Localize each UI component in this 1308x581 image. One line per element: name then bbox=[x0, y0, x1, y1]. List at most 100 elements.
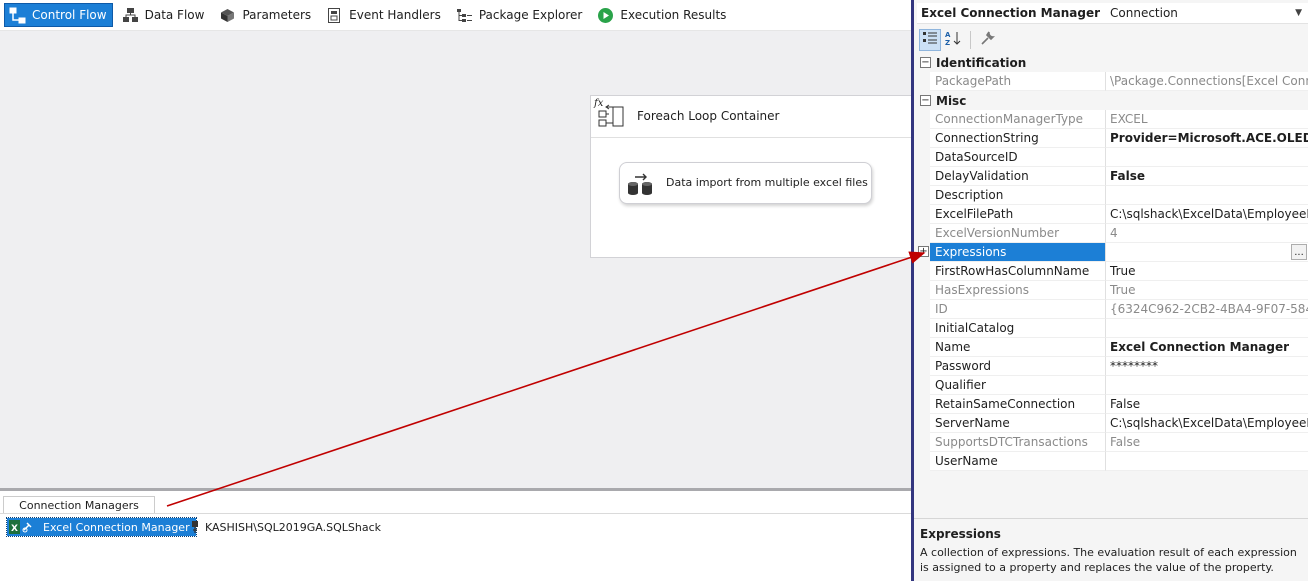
loop-icon-text: fx bbox=[593, 98, 604, 109]
description-title: Expressions bbox=[920, 527, 1001, 541]
property-value[interactable]: 4 bbox=[1106, 224, 1308, 243]
property-row-initialcatalog[interactable]: InitialCatalog bbox=[914, 319, 1308, 338]
execution-results-icon bbox=[597, 7, 614, 24]
property-row-hasexpressions[interactable]: HasExpressions True bbox=[914, 281, 1308, 300]
property-name: Description bbox=[930, 186, 1106, 205]
property-value[interactable]: EXCEL bbox=[1106, 110, 1308, 129]
data-flow-task-icon bbox=[626, 172, 656, 196]
data-flow-task-label: Data import from multiple excel files bbox=[666, 176, 868, 189]
description-text: A collection of expressions. The evaluat… bbox=[920, 546, 1297, 574]
tab-label: Event Handlers bbox=[349, 8, 441, 22]
tab-package-explorer[interactable]: Package Explorer bbox=[452, 4, 588, 26]
property-row-firstrowhascolumnname[interactable]: FirstRowHasColumnName True bbox=[914, 262, 1308, 281]
property-value[interactable]: {6324C962-2CB2-4BA4-9F07-5846FC03 bbox=[1106, 300, 1308, 319]
property-value[interactable]: Excel Connection Manager bbox=[1106, 338, 1308, 357]
property-value[interactable] bbox=[1106, 452, 1308, 471]
property-row-name[interactable]: Name Excel Connection Manager bbox=[914, 338, 1308, 357]
property-name: DataSourceID bbox=[930, 148, 1106, 167]
property-name: UserName bbox=[930, 452, 1106, 471]
category-misc[interactable]: − Misc bbox=[914, 91, 1308, 110]
category-identification[interactable]: − Identification bbox=[914, 53, 1308, 72]
loop-container-header[interactable]: fx Foreach Loop Container bbox=[591, 96, 911, 138]
tab-parameters[interactable]: Parameters bbox=[215, 4, 316, 26]
property-name: DelayValidation bbox=[930, 167, 1106, 186]
property-value[interactable]: False bbox=[1106, 167, 1308, 186]
property-name: ConnectionString bbox=[930, 129, 1106, 148]
property-row-datasourceid[interactable]: DataSourceID bbox=[914, 148, 1308, 167]
expand-icon[interactable]: + bbox=[918, 246, 929, 257]
tab-control-flow[interactable]: Control Flow bbox=[4, 3, 113, 27]
tab-label: Data Flow bbox=[144, 8, 205, 22]
designer-tab-strip: Control Flow Data Flow Parameters Event … bbox=[0, 0, 911, 31]
foreach-loop-icon: fx bbox=[593, 96, 627, 132]
excel-connection-icon: X bbox=[7, 519, 39, 535]
ellipsis-button[interactable]: ... bbox=[1291, 244, 1307, 260]
property-value[interactable]: True bbox=[1106, 262, 1308, 281]
property-name: ID bbox=[930, 300, 1106, 319]
property-value[interactable] bbox=[1106, 148, 1308, 167]
property-name: HasExpressions bbox=[930, 281, 1106, 300]
property-description-pane: Expressions A collection of expressions.… bbox=[914, 518, 1308, 581]
property-value[interactable]: ... bbox=[1106, 243, 1308, 262]
property-row-supportsdtctransactions[interactable]: SupportsDTCTransactions False bbox=[914, 433, 1308, 452]
property-value[interactable]: False bbox=[1106, 433, 1308, 452]
alphabetical-button[interactable]: AZ bbox=[942, 29, 964, 51]
property-name: ConnectionManagerType bbox=[930, 110, 1106, 129]
connection-item-sql-server[interactable]: KASHISH\SQL2019GA.SQLShack bbox=[189, 518, 381, 536]
property-value[interactable]: \Package.Connections[Excel Connecti bbox=[1106, 72, 1308, 91]
property-row-connectionstring[interactable]: ConnectionString Provider=Microsoft.ACE.… bbox=[914, 129, 1308, 148]
property-grid: − Identification PackagePath \Package.Co… bbox=[914, 53, 1308, 471]
tab-event-handlers[interactable]: Event Handlers bbox=[322, 4, 446, 26]
properties-toolbar: AZ bbox=[914, 27, 1308, 52]
property-row-qualifier[interactable]: Qualifier bbox=[914, 376, 1308, 395]
connection-managers-tab[interactable]: Connection Managers bbox=[3, 496, 155, 514]
property-value[interactable] bbox=[1106, 319, 1308, 338]
property-row-username[interactable]: UserName bbox=[914, 452, 1308, 471]
property-value[interactable]: C:\sqlshack\ExcelData\EmployeeData bbox=[1106, 205, 1308, 224]
property-value[interactable]: False bbox=[1106, 395, 1308, 414]
control-flow-icon bbox=[9, 7, 26, 24]
property-value[interactable] bbox=[1106, 376, 1308, 395]
svg-text:A: A bbox=[945, 31, 951, 39]
property-row-excelfilepath[interactable]: ExcelFilePath C:\sqlshack\ExcelData\Empl… bbox=[914, 205, 1308, 224]
selected-object-type: Connection bbox=[1110, 6, 1178, 20]
property-row-retainsameconnection[interactable]: RetainSameConnection False bbox=[914, 395, 1308, 414]
categorized-button[interactable] bbox=[919, 28, 941, 51]
property-name: Expressions bbox=[930, 243, 1106, 262]
svg-text:Z: Z bbox=[945, 39, 950, 46]
property-row-connectionmanagertype[interactable]: ConnectionManagerType EXCEL bbox=[914, 110, 1308, 129]
property-row-packagepath[interactable]: PackagePath \Package.Connections[Excel C… bbox=[914, 72, 1308, 91]
property-name: FirstRowHasColumnName bbox=[930, 262, 1106, 281]
foreach-loop-container[interactable]: fx Foreach Loop Container Data import fr… bbox=[590, 95, 911, 258]
collapse-icon[interactable]: − bbox=[920, 57, 931, 68]
connection-managers-divider bbox=[0, 513, 911, 514]
svg-text:X: X bbox=[11, 524, 18, 534]
data-flow-task[interactable]: Data import from multiple excel files bbox=[619, 162, 872, 204]
object-selector[interactable]: Excel Connection Manager Connection ▼ bbox=[917, 3, 1308, 24]
property-row-description[interactable]: Description bbox=[914, 186, 1308, 205]
collapse-icon[interactable]: − bbox=[920, 95, 931, 106]
property-name: Password bbox=[930, 357, 1106, 376]
control-flow-canvas[interactable]: fx Foreach Loop Container Data import fr… bbox=[0, 31, 911, 488]
property-row-excelversionnumber[interactable]: ExcelVersionNumber 4 bbox=[914, 224, 1308, 243]
property-value[interactable]: Provider=Microsoft.ACE.OLEDB.12.0 bbox=[1106, 129, 1308, 148]
tab-execution-results[interactable]: Execution Results bbox=[593, 4, 731, 26]
property-value[interactable]: True bbox=[1106, 281, 1308, 300]
property-row-id[interactable]: ID {6324C962-2CB2-4BA4-9F07-5846FC03 bbox=[914, 300, 1308, 319]
property-value[interactable] bbox=[1106, 186, 1308, 205]
chevron-down-icon[interactable]: ▼ bbox=[1295, 8, 1302, 18]
property-row-expressions[interactable]: + Expressions ... bbox=[914, 243, 1308, 262]
connection-item-excel[interactable]: X Excel Connection Manager bbox=[6, 517, 197, 537]
property-name: ExcelFilePath bbox=[930, 205, 1106, 224]
property-name: ExcelVersionNumber bbox=[930, 224, 1106, 243]
tab-data-flow[interactable]: Data Flow bbox=[118, 4, 210, 26]
package-explorer-icon bbox=[456, 7, 473, 24]
tab-label: Package Explorer bbox=[478, 8, 583, 22]
property-value[interactable]: ******** bbox=[1106, 357, 1308, 376]
property-row-password[interactable]: Password ******** bbox=[914, 357, 1308, 376]
property-row-delayvalidation[interactable]: DelayValidation False bbox=[914, 167, 1308, 186]
property-pages-button[interactable] bbox=[976, 29, 998, 51]
property-name: Name bbox=[930, 338, 1106, 357]
property-value[interactable]: C:\sqlshack\ExcelData\EmployeeData bbox=[1106, 414, 1308, 433]
property-row-servername[interactable]: ServerName C:\sqlshack\ExcelData\Employe… bbox=[914, 414, 1308, 433]
